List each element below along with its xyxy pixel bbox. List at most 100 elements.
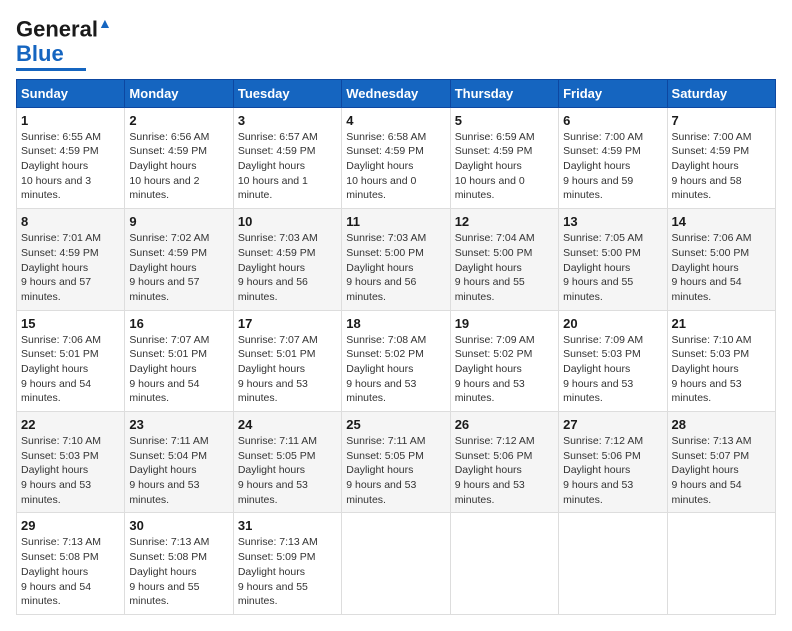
daylight-value: 9 hours and 56 minutes. xyxy=(238,276,308,303)
daylight-value: 9 hours and 53 minutes. xyxy=(563,479,633,506)
daylight-label: Daylight hours xyxy=(21,160,88,172)
weekday-header: Monday xyxy=(125,79,233,107)
day-info: Sunrise: 7:08 AM Sunset: 5:02 PM Dayligh… xyxy=(346,333,445,406)
daylight-label: Daylight hours xyxy=(346,363,413,375)
calendar-cell: 19 Sunrise: 7:09 AM Sunset: 5:02 PM Dayl… xyxy=(450,310,558,411)
sunset-label: Sunset: 4:59 PM xyxy=(21,145,99,157)
sunset-label: Sunset: 5:03 PM xyxy=(563,348,641,360)
day-number: 25 xyxy=(346,417,445,432)
sunrise-label: Sunrise: 7:02 AM xyxy=(129,232,209,244)
day-number: 5 xyxy=(455,113,554,128)
sunset-label: Sunset: 5:08 PM xyxy=(21,551,99,563)
daylight-value: 9 hours and 53 minutes. xyxy=(455,479,525,506)
sunset-label: Sunset: 5:00 PM xyxy=(455,247,533,259)
sunrise-label: Sunrise: 7:00 AM xyxy=(563,131,643,143)
day-number: 13 xyxy=(563,214,662,229)
sunrise-label: Sunrise: 7:12 AM xyxy=(455,435,535,447)
day-info: Sunrise: 7:05 AM Sunset: 5:00 PM Dayligh… xyxy=(563,231,662,304)
sunset-label: Sunset: 5:00 PM xyxy=(672,247,750,259)
sunset-label: Sunset: 5:05 PM xyxy=(346,450,424,462)
calendar-cell: 17 Sunrise: 7:07 AM Sunset: 5:01 PM Dayl… xyxy=(233,310,341,411)
day-number: 10 xyxy=(238,214,337,229)
calendar-cell: 16 Sunrise: 7:07 AM Sunset: 5:01 PM Dayl… xyxy=(125,310,233,411)
daylight-value: 9 hours and 54 minutes. xyxy=(21,581,91,608)
daylight-value: 10 hours and 0 minutes. xyxy=(455,175,525,202)
day-info: Sunrise: 7:13 AM Sunset: 5:09 PM Dayligh… xyxy=(238,535,337,608)
day-info: Sunrise: 6:58 AM Sunset: 4:59 PM Dayligh… xyxy=(346,130,445,203)
sunrise-label: Sunrise: 7:05 AM xyxy=(563,232,643,244)
day-info: Sunrise: 6:56 AM Sunset: 4:59 PM Dayligh… xyxy=(129,130,228,203)
day-number: 24 xyxy=(238,417,337,432)
calendar-cell xyxy=(450,513,558,614)
day-info: Sunrise: 7:06 AM Sunset: 5:01 PM Dayligh… xyxy=(21,333,120,406)
day-info: Sunrise: 7:09 AM Sunset: 5:03 PM Dayligh… xyxy=(563,333,662,406)
page-header: General▲ Blue xyxy=(16,16,776,71)
day-number: 11 xyxy=(346,214,445,229)
calendar-cell: 28 Sunrise: 7:13 AM Sunset: 5:07 PM Dayl… xyxy=(667,412,775,513)
calendar-cell: 31 Sunrise: 7:13 AM Sunset: 5:09 PM Dayl… xyxy=(233,513,341,614)
sunset-label: Sunset: 5:00 PM xyxy=(346,247,424,259)
daylight-label: Daylight hours xyxy=(346,464,413,476)
day-number: 3 xyxy=(238,113,337,128)
sunrise-label: Sunrise: 7:09 AM xyxy=(563,334,643,346)
calendar-cell: 14 Sunrise: 7:06 AM Sunset: 5:00 PM Dayl… xyxy=(667,209,775,310)
day-number: 7 xyxy=(672,113,771,128)
weekday-header: Friday xyxy=(559,79,667,107)
calendar-cell xyxy=(342,513,450,614)
sunrise-label: Sunrise: 7:09 AM xyxy=(455,334,535,346)
calendar-cell: 7 Sunrise: 7:00 AM Sunset: 4:59 PM Dayli… xyxy=(667,107,775,208)
day-info: Sunrise: 7:00 AM Sunset: 4:59 PM Dayligh… xyxy=(672,130,771,203)
day-number: 8 xyxy=(21,214,120,229)
daylight-label: Daylight hours xyxy=(563,160,630,172)
weekday-header: Wednesday xyxy=(342,79,450,107)
calendar-cell: 11 Sunrise: 7:03 AM Sunset: 5:00 PM Dayl… xyxy=(342,209,450,310)
day-number: 29 xyxy=(21,518,120,533)
daylight-value: 9 hours and 53 minutes. xyxy=(455,378,525,405)
logo-text: General▲ Blue xyxy=(16,16,112,66)
sunset-label: Sunset: 5:01 PM xyxy=(21,348,99,360)
day-number: 17 xyxy=(238,316,337,331)
day-number: 26 xyxy=(455,417,554,432)
sunrise-label: Sunrise: 6:59 AM xyxy=(455,131,535,143)
sunset-label: Sunset: 5:06 PM xyxy=(455,450,533,462)
daylight-label: Daylight hours xyxy=(672,464,739,476)
calendar-cell: 15 Sunrise: 7:06 AM Sunset: 5:01 PM Dayl… xyxy=(17,310,125,411)
daylight-value: 9 hours and 53 minutes. xyxy=(563,378,633,405)
sunset-label: Sunset: 4:59 PM xyxy=(238,247,316,259)
sunset-label: Sunset: 4:59 PM xyxy=(129,145,207,157)
sunrise-label: Sunrise: 7:13 AM xyxy=(129,536,209,548)
daylight-label: Daylight hours xyxy=(238,160,305,172)
daylight-label: Daylight hours xyxy=(238,262,305,274)
sunset-label: Sunset: 5:02 PM xyxy=(455,348,533,360)
calendar-cell: 26 Sunrise: 7:12 AM Sunset: 5:06 PM Dayl… xyxy=(450,412,558,513)
sunrise-label: Sunrise: 6:57 AM xyxy=(238,131,318,143)
sunset-label: Sunset: 5:09 PM xyxy=(238,551,316,563)
day-info: Sunrise: 6:55 AM Sunset: 4:59 PM Dayligh… xyxy=(21,130,120,203)
day-number: 18 xyxy=(346,316,445,331)
weekday-header: Saturday xyxy=(667,79,775,107)
calendar-cell: 5 Sunrise: 6:59 AM Sunset: 4:59 PM Dayli… xyxy=(450,107,558,208)
daylight-label: Daylight hours xyxy=(346,262,413,274)
sunset-label: Sunset: 4:59 PM xyxy=(238,145,316,157)
sunset-label: Sunset: 4:59 PM xyxy=(21,247,99,259)
calendar-cell xyxy=(667,513,775,614)
daylight-value: 10 hours and 2 minutes. xyxy=(129,175,199,202)
daylight-value: 9 hours and 53 minutes. xyxy=(21,479,91,506)
daylight-value: 9 hours and 56 minutes. xyxy=(346,276,416,303)
calendar-cell: 23 Sunrise: 7:11 AM Sunset: 5:04 PM Dayl… xyxy=(125,412,233,513)
daylight-label: Daylight hours xyxy=(563,262,630,274)
day-number: 4 xyxy=(346,113,445,128)
calendar-cell: 10 Sunrise: 7:03 AM Sunset: 4:59 PM Dayl… xyxy=(233,209,341,310)
sunset-label: Sunset: 4:59 PM xyxy=(672,145,750,157)
sunrise-label: Sunrise: 7:00 AM xyxy=(672,131,752,143)
calendar-cell: 4 Sunrise: 6:58 AM Sunset: 4:59 PM Dayli… xyxy=(342,107,450,208)
day-info: Sunrise: 7:07 AM Sunset: 5:01 PM Dayligh… xyxy=(238,333,337,406)
day-info: Sunrise: 7:10 AM Sunset: 5:03 PM Dayligh… xyxy=(21,434,120,507)
daylight-value: 9 hours and 55 minutes. xyxy=(238,581,308,608)
calendar-cell: 12 Sunrise: 7:04 AM Sunset: 5:00 PM Dayl… xyxy=(450,209,558,310)
daylight-value: 9 hours and 53 minutes. xyxy=(238,479,308,506)
day-info: Sunrise: 7:00 AM Sunset: 4:59 PM Dayligh… xyxy=(563,130,662,203)
day-info: Sunrise: 7:03 AM Sunset: 5:00 PM Dayligh… xyxy=(346,231,445,304)
day-info: Sunrise: 7:04 AM Sunset: 5:00 PM Dayligh… xyxy=(455,231,554,304)
day-number: 21 xyxy=(672,316,771,331)
